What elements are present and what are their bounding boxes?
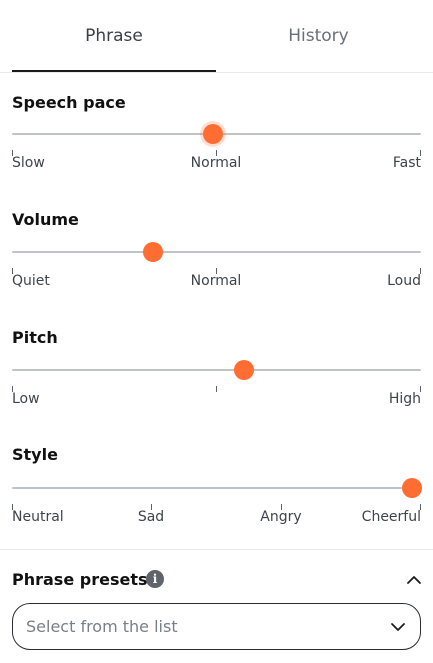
tick-label-neutral: Neutral: [12, 509, 64, 525]
tick-label-low: Low: [12, 391, 40, 407]
speech-pace-slider[interactable]: Slow Normal Fast: [12, 124, 421, 173]
speech-pace-label: Speech pace: [12, 93, 126, 112]
slider-track[interactable]: [12, 369, 421, 371]
chevron-up-icon[interactable]: [404, 570, 424, 590]
slider-tick: [216, 386, 217, 392]
style-slider[interactable]: Neutral Sad Angry Cheerful: [12, 478, 422, 527]
slider-thumb[interactable]: [402, 478, 422, 498]
tick-label-loud: Loud: [387, 273, 421, 289]
volume-label: Volume: [12, 210, 79, 229]
active-tab-indicator: [12, 70, 216, 72]
tab-history[interactable]: History: [216, 0, 421, 72]
preset-select[interactable]: Select from the list: [12, 603, 421, 650]
slider-thumb[interactable]: [202, 124, 223, 144]
tick-label-high: High: [388, 391, 421, 407]
pitch-slider[interactable]: Low High: [12, 360, 421, 409]
pitch-label: Pitch: [12, 328, 58, 347]
tick-label-quiet: Quiet: [12, 273, 50, 289]
tick-label-cheerful: Cheerful: [361, 509, 421, 525]
tick-label-sad: Sad: [137, 509, 165, 525]
phrase-presets-title: Phrase presets: [12, 570, 148, 589]
preset-select-placeholder: Select from the list: [26, 617, 178, 636]
volume-slider[interactable]: Quiet Normal Loud: [12, 242, 421, 291]
info-icon[interactable]: i: [146, 570, 164, 588]
tab-phrase[interactable]: Phrase: [12, 0, 216, 72]
slider-track[interactable]: [12, 251, 421, 253]
slider-track[interactable]: [12, 487, 421, 489]
tick-label-slow: Slow: [12, 155, 45, 171]
tick-label-angry: Angry: [260, 509, 302, 525]
style-label: Style: [12, 445, 58, 464]
slider-thumb[interactable]: [234, 360, 255, 380]
tick-label-normal: Normal: [190, 155, 242, 171]
tick-label-normal: Normal: [190, 273, 242, 289]
tick-label-fast: Fast: [392, 155, 421, 171]
chevron-down-icon: [391, 623, 405, 631]
section-divider: [0, 549, 433, 550]
tab-bar: Phrase History: [0, 0, 433, 73]
slider-thumb[interactable]: [142, 242, 163, 262]
